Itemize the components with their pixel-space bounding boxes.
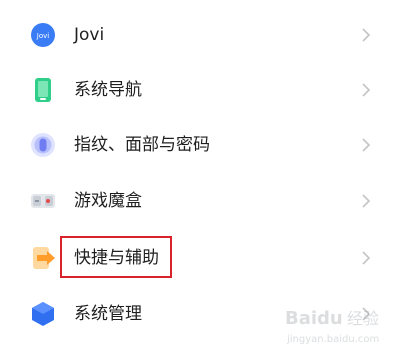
baidu-watermark-logo: Baidu 经验 jingyan.baidu.com: [285, 308, 379, 345]
game-box-icon: [31, 194, 55, 208]
settings-item-jovi[interactable]: Jovi Jovi: [0, 6, 401, 62]
svg-text:经验: 经验: [347, 309, 379, 328]
settings-item-system-navigation[interactable]: 系统导航: [0, 61, 401, 117]
settings-list: Jovi Jovi 系统导航 指纹、面部与密码 游戏魔盒 快捷与辅助 系统管理 …: [0, 0, 401, 350]
svg-text:Jovi: Jovi: [36, 32, 49, 40]
settings-item-label: 游戏魔盒: [74, 191, 142, 211]
settings-item-label: 系统导航: [74, 80, 142, 100]
shortcut-accessibility-icon: [33, 247, 55, 269]
chevron-right-icon: [362, 251, 371, 265]
chevron-right-icon: [362, 83, 371, 97]
settings-item-game-box[interactable]: 游戏魔盒: [0, 172, 401, 228]
system-management-icon: [32, 302, 54, 326]
chevron-right-icon: [362, 138, 371, 152]
svg-text:Baidu: Baidu: [285, 308, 343, 329]
fingerprint-icon: [31, 133, 55, 157]
settings-item-shortcuts-accessibility[interactable]: 快捷与辅助: [0, 229, 401, 285]
jovi-icon: Jovi: [31, 23, 55, 47]
settings-item-label: 快捷与辅助: [74, 248, 159, 268]
phone-navigation-icon: [35, 78, 51, 102]
chevron-right-icon: [362, 194, 371, 208]
settings-item-label: 指纹、面部与密码: [74, 135, 210, 155]
settings-item-label: 系统管理: [74, 304, 142, 324]
settings-item-label: Jovi: [74, 25, 105, 45]
settings-item-fingerprint-face-password[interactable]: 指纹、面部与密码: [0, 116, 401, 172]
chevron-right-icon: [362, 28, 371, 42]
svg-text:jingyan.baidu.com: jingyan.baidu.com: [286, 334, 379, 345]
